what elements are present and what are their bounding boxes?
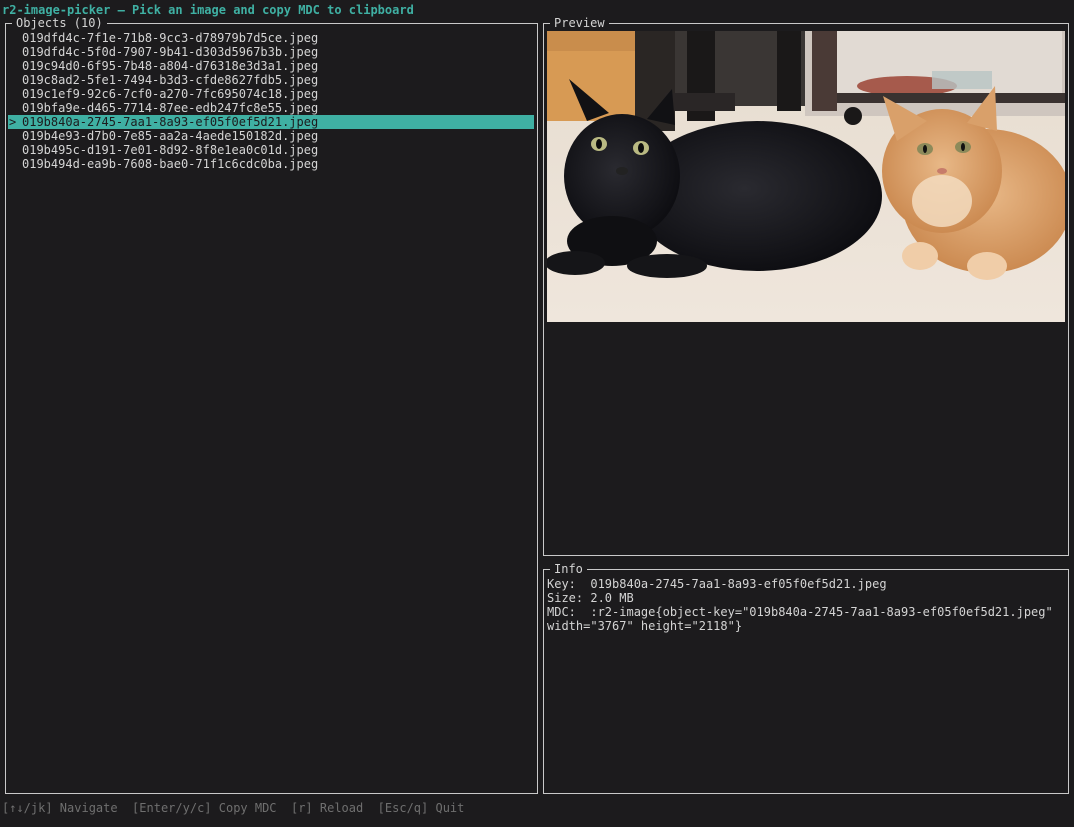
list-item-label: 019bfa9e-d465-7714-87ee-edb247fc8e55.jpe… bbox=[22, 101, 319, 115]
list-item-label: 019b495c-d191-7e01-8d92-8f8e1ea0c01d.jpe… bbox=[22, 143, 319, 157]
objects-panel: Objects (10) 019dfd4c-7f1e-71b8-9cc3-d78… bbox=[5, 16, 538, 794]
list-item-label: 019b840a-2745-7aa1-8a93-ef05f0ef5d21.jpe… bbox=[22, 115, 319, 129]
info-panel: Info Key: 019b840a-2745-7aa1-8a93-ef05f0… bbox=[543, 562, 1069, 794]
selection-caret: > bbox=[9, 115, 17, 129]
info-mdc-continuation: width="3767" height="2118"} bbox=[547, 619, 743, 633]
info-panel-title: Info bbox=[550, 562, 587, 576]
list-item[interactable]: 019c94d0-6f95-7b48-a804-d76318e3d3a1.jpe… bbox=[8, 59, 534, 73]
list-item[interactable]: 019c8ad2-5fe1-7494-b3d3-cfde8627fdb5.jpe… bbox=[8, 73, 534, 87]
list-item[interactable]: 019b4e93-d7b0-7e85-aa2a-4aede150182d.jpe… bbox=[8, 129, 534, 143]
list-item-label: 019dfd4c-5f0d-7907-9b41-d303d5967b3b.jpe… bbox=[22, 45, 319, 59]
keybinding-help: [↑↓/jk] Navigate [Enter/y/c] Copy MDC [r… bbox=[2, 801, 465, 815]
list-item[interactable]: 019dfd4c-7f1e-71b8-9cc3-d78979b7d5ce.jpe… bbox=[8, 31, 534, 45]
objects-panel-title: Objects (10) bbox=[12, 16, 107, 30]
preview-panel: Preview bbox=[543, 16, 1069, 556]
list-item-label: 019c1ef9-92c6-7cf0-a270-7fc695074c18.jpe… bbox=[22, 87, 319, 101]
list-item[interactable]: 019b495c-d191-7e01-8d92-8f8e1ea0c01d.jpe… bbox=[8, 143, 534, 157]
list-item[interactable]: 019c1ef9-92c6-7cf0-a270-7fc695074c18.jpe… bbox=[8, 87, 534, 101]
preview-image bbox=[547, 31, 1065, 322]
list-item-label: 019b4e93-d7b0-7e85-aa2a-4aede150182d.jpe… bbox=[22, 129, 319, 143]
info-key: Key: 019b840a-2745-7aa1-8a93-ef05f0ef5d2… bbox=[547, 577, 887, 591]
objects-list: 019dfd4c-7f1e-71b8-9cc3-d78979b7d5ce.jpe… bbox=[8, 31, 534, 171]
info-mdc: MDC: :r2-image{object-key="019b840a-2745… bbox=[547, 605, 1053, 619]
list-item[interactable]: 019b494d-ea9b-7608-bae0-71f1c6cdc0ba.jpe… bbox=[8, 157, 534, 171]
list-item-label: 019dfd4c-7f1e-71b8-9cc3-d78979b7d5ce.jpe… bbox=[22, 31, 319, 45]
list-item-label: 019b494d-ea9b-7608-bae0-71f1c6cdc0ba.jpe… bbox=[22, 157, 319, 171]
list-item-label: 019c94d0-6f95-7b48-a804-d76318e3d3a1.jpe… bbox=[22, 59, 319, 73]
list-item[interactable]: 019dfd4c-5f0d-7907-9b41-d303d5967b3b.jpe… bbox=[8, 45, 534, 59]
preview-panel-title: Preview bbox=[550, 16, 609, 30]
info-size: Size: 2.0 MB bbox=[547, 591, 634, 605]
list-item-label: 019c8ad2-5fe1-7494-b3d3-cfde8627fdb5.jpe… bbox=[22, 73, 319, 87]
info-content: Key: 019b840a-2745-7aa1-8a93-ef05f0ef5d2… bbox=[547, 577, 1065, 633]
list-item[interactable]: 019bfa9e-d465-7714-87ee-edb247fc8e55.jpe… bbox=[8, 101, 534, 115]
list-item[interactable]: >019b840a-2745-7aa1-8a93-ef05f0ef5d21.jp… bbox=[8, 115, 534, 129]
